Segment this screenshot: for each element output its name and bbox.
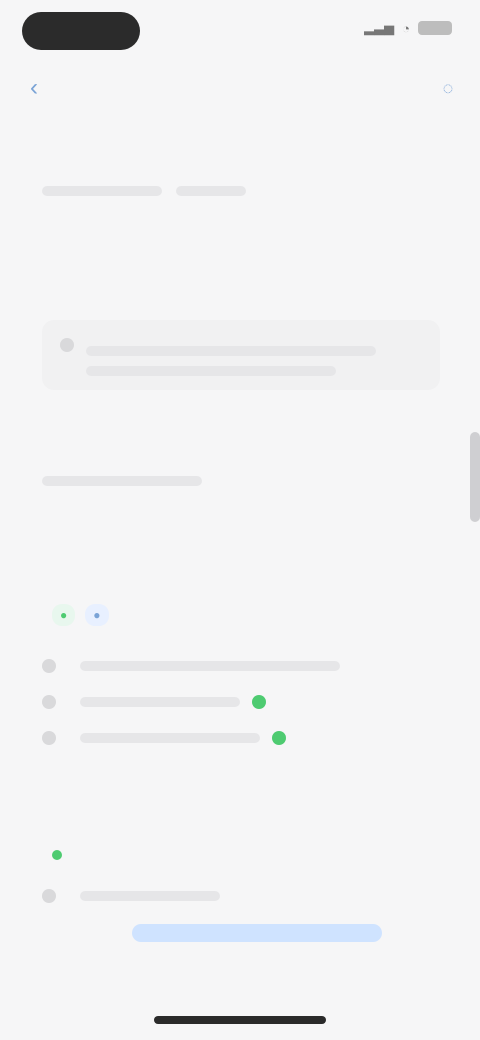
group4-link[interactable] [42, 924, 440, 942]
section-group-3: ● ● [42, 590, 440, 756]
placeholder-line [176, 186, 246, 196]
placeholder-line [80, 661, 340, 671]
status-icons: ▂▃▅ ◔ [364, 20, 452, 36]
bullet-icon [42, 889, 56, 903]
status-chip-green: ● [52, 604, 76, 626]
home-indicator [154, 1016, 326, 1024]
placeholder-row [42, 186, 440, 196]
notice-text [86, 334, 422, 376]
navigation-bar: ‹ ◌ [0, 64, 480, 112]
scroll-handle[interactable] [470, 432, 480, 522]
list-item[interactable] [42, 720, 440, 756]
list-item[interactable] [42, 648, 440, 684]
bullet-icon [42, 731, 56, 745]
notice-card-container [42, 320, 440, 390]
signal-icon: ▂▃▅ [364, 20, 395, 35]
info-icon [60, 338, 74, 352]
group3-list [42, 648, 440, 756]
section-group-4 [42, 850, 440, 942]
placeholder-line [86, 366, 336, 376]
placeholder-line [42, 186, 162, 196]
check-icon [272, 731, 286, 745]
notice-row [60, 334, 422, 376]
placeholder-line [80, 733, 260, 743]
section-top [42, 150, 440, 230]
group4-row[interactable] [42, 878, 440, 914]
bullet-icon [42, 659, 56, 673]
back-button[interactable]: ‹ [18, 72, 50, 104]
placeholder-line [86, 346, 376, 356]
check-icon [252, 695, 266, 709]
wifi-icon: ◔ [402, 20, 410, 36]
placeholder-line [80, 697, 240, 707]
battery-icon [418, 21, 452, 35]
status-time [22, 12, 140, 50]
bullet-icon [42, 695, 56, 709]
notice-card [42, 320, 440, 390]
list-item[interactable] [42, 684, 440, 720]
status-chip-blue: ● [85, 604, 109, 626]
placeholder-line [80, 891, 220, 901]
nav-action-button[interactable]: ◌ [432, 72, 464, 104]
group3-chips-row: ● ● [42, 604, 440, 626]
group4-link-bar [132, 924, 382, 942]
chevron-left-icon: ‹ [30, 74, 38, 101]
action-icon: ◌ [442, 77, 454, 98]
status-dot-icon [52, 850, 62, 860]
status-bar: ▂▃▅ ◔ [0, 0, 480, 64]
placeholder-line [42, 476, 202, 486]
section-group-2 [42, 460, 440, 486]
group4-title-row [42, 850, 440, 860]
